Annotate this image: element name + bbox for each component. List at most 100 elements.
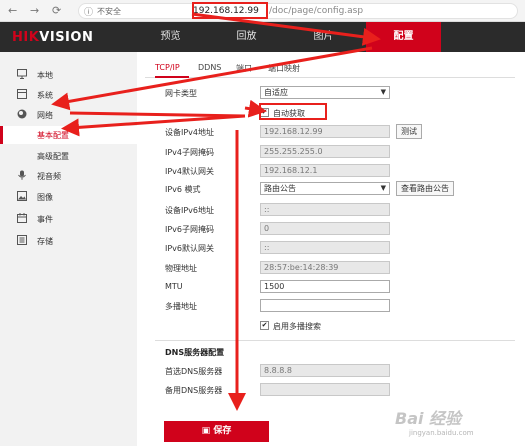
ipv4-address-row: 设备IPv4地址 192.168.12.99 测试 — [165, 124, 505, 139]
dns-section: DNS服务器配置 — [155, 340, 515, 357]
ipv4-gateway-label: IPv4默认网关 — [165, 167, 215, 176]
sub-tabs: TCP/IP DDNS 端口 端口映射 — [145, 60, 515, 78]
forward-icon[interactable]: → — [30, 4, 39, 18]
dns1-field[interactable]: 8.8.8.8 — [260, 364, 390, 377]
nic-type-select[interactable]: 自适应 ▼ — [260, 86, 390, 99]
view-route-button[interactable]: 查看路由公告 — [396, 181, 454, 196]
multicast-search-row: ✔ 启用多播搜索 — [165, 320, 505, 334]
multicast-search-group[interactable]: ✔ 启用多播搜索 — [260, 320, 370, 334]
ipv6-mode-select[interactable]: 路由公告 ▼ — [260, 182, 390, 195]
dropdown-caret-icon: ▼ — [380, 88, 386, 96]
dns1-row: 首选DNS服务器 8.8.8.8 — [165, 364, 505, 378]
subtab-ddns[interactable]: DDNS — [198, 63, 221, 72]
sidebar-item-network[interactable]: 网络 — [0, 105, 137, 125]
dns2-field[interactable] — [260, 383, 390, 396]
subtab-port-mapping[interactable]: 端口映射 — [268, 63, 300, 74]
sidebar-item-event[interactable]: 事件 — [0, 209, 137, 229]
sidebar-item-label: 视音频 — [37, 172, 61, 181]
ipv6-mask-label: IPv6子网掩码 — [165, 225, 215, 234]
info-icon[interactable]: ⓘ — [84, 5, 93, 18]
dns2-label: 备用DNS服务器 — [165, 386, 223, 395]
ipv4-gateway-field[interactable]: 192.168.12.1 — [260, 164, 390, 177]
sidebar-item-label: 存储 — [37, 237, 53, 246]
url-path: /doc/page/config.asp — [269, 6, 364, 16]
subtab-tcpip[interactable]: TCP/IP — [155, 63, 180, 72]
dhcp-highlight-box — [259, 103, 327, 120]
ipv6-mask-field[interactable]: 0 — [260, 222, 390, 235]
dhcp-row: ✔ 自动获取 — [165, 107, 505, 121]
ipv6-gateway-field[interactable]: :: — [260, 241, 390, 254]
system-icon — [17, 89, 27, 99]
reload-icon[interactable]: ⟳ — [52, 4, 61, 18]
ipv6-gateway-label: IPv6默认网关 — [165, 244, 215, 253]
ipv6-address-label: 设备IPv6地址 — [165, 206, 215, 215]
ipv4-address-label: 设备IPv4地址 — [165, 128, 215, 137]
ipv6-mode-value: 路由公告 — [264, 184, 296, 193]
sidebar-item-advanced-config[interactable]: 高级配置 — [0, 147, 137, 165]
globe-icon — [17, 109, 27, 119]
monitor-icon — [17, 69, 27, 79]
hikvision-logo: HIKVISION — [12, 30, 93, 45]
ipv6-mode-row: IPv6 模式 路由公告 ▼ 查看路由公告 — [165, 181, 505, 196]
mtu-field[interactable]: 1500 — [260, 280, 390, 293]
save-icon: ▣ — [201, 426, 211, 436]
storage-icon — [17, 235, 27, 245]
sidebar-item-label: 本地 — [37, 71, 53, 80]
sidebar-item-label: 高级配置 — [37, 152, 69, 161]
sidebar-item-label: 系统 — [37, 91, 53, 100]
multicast-search-checkbox[interactable]: ✔ — [260, 321, 269, 330]
nic-type-value: 自适应 — [264, 88, 288, 97]
ipv6-mask-row: IPv6子网掩码 0 — [165, 222, 505, 236]
sidebar-item-image[interactable]: 图像 — [0, 187, 137, 207]
sidebar-item-label: 网络 — [37, 111, 53, 120]
sidebar-item-audio-video[interactable]: 视音频 — [0, 166, 137, 186]
tab-picture[interactable]: 图片 — [291, 22, 356, 52]
insecure-label: 不安全 — [97, 7, 121, 16]
mac-row: 物理地址 28:57:be:14:28:39 — [165, 261, 505, 275]
ipv6-address-field[interactable]: :: — [260, 203, 390, 216]
logo-part1: HIK — [12, 30, 40, 45]
tab-configuration[interactable]: 配置 — [366, 22, 441, 52]
nic-type-label: 网卡类型 — [165, 89, 197, 98]
browser-address-bar: ← → ⟳ ⓘ 不安全 192.168.12.99 /doc/page/conf… — [0, 0, 525, 22]
dns-section-title: DNS服务器配置 — [165, 348, 225, 357]
subtab-port[interactable]: 端口 — [236, 63, 252, 74]
sidebar-item-label: 基本配置 — [37, 131, 69, 140]
dns2-row: 备用DNS服务器 — [165, 383, 505, 397]
ipv4-address-field[interactable]: 192.168.12.99 — [260, 125, 390, 138]
nic-type-row: 网卡类型 自适应 ▼ — [165, 86, 505, 100]
sidebar-item-local[interactable]: 本地 — [0, 65, 137, 85]
mtu-label: MTU — [165, 282, 183, 291]
event-icon — [17, 213, 27, 223]
sidebar-item-label: 事件 — [37, 215, 53, 224]
save-button[interactable]: ▣ 保存 — [164, 421, 269, 442]
mac-field: 28:57:be:14:28:39 — [260, 261, 390, 274]
url-field[interactable]: ⓘ 不安全 192.168.12.99 /doc/page/config.asp — [78, 3, 518, 19]
save-label: 保存 — [213, 426, 232, 436]
mac-label: 物理地址 — [165, 264, 197, 273]
ipv6-gateway-row: IPv6默认网关 :: — [165, 241, 505, 255]
config-content: TCP/IP DDNS 端口 端口映射 网卡类型 自适应 ▼ ✔ 自动获取 设备I… — [137, 52, 525, 446]
sidebar-item-storage[interactable]: 存储 — [0, 231, 137, 251]
tab-playback[interactable]: 回放 — [214, 22, 279, 52]
multicast-label: 多播地址 — [165, 302, 197, 311]
audio-video-icon — [18, 170, 26, 180]
dns1-label: 首选DNS服务器 — [165, 367, 223, 376]
watermark-text: Bai 经验 — [395, 409, 462, 428]
test-button[interactable]: 测试 — [396, 124, 422, 139]
multicast-field[interactable] — [260, 299, 390, 312]
sidebar-item-basic-config[interactable]: 基本配置 — [0, 126, 137, 144]
back-icon[interactable]: ← — [8, 4, 17, 18]
tab-preview[interactable]: 预览 — [138, 22, 203, 52]
top-navigation: HIKVISION 预览 回放 图片 配置 — [0, 22, 525, 52]
ipv6-address-row: 设备IPv6地址 :: — [165, 203, 505, 217]
sidebar: 本地 系统 网络 基本配置 高级配置 视音频 图像 事件 存储 — [0, 52, 137, 446]
ipv4-mask-field[interactable]: 255.255.255.0 — [260, 145, 390, 158]
dropdown-caret-icon: ▼ — [380, 184, 386, 192]
ipv4-mask-row: IPv4子网掩码 255.255.255.0 — [165, 145, 505, 159]
image-icon — [17, 191, 27, 201]
multicast-search-label: 启用多播搜索 — [273, 322, 321, 331]
ipv4-gateway-row: IPv4默认网关 192.168.12.1 — [165, 164, 505, 178]
sidebar-item-system[interactable]: 系统 — [0, 85, 137, 105]
ipv4-mask-label: IPv4子网掩码 — [165, 148, 215, 157]
